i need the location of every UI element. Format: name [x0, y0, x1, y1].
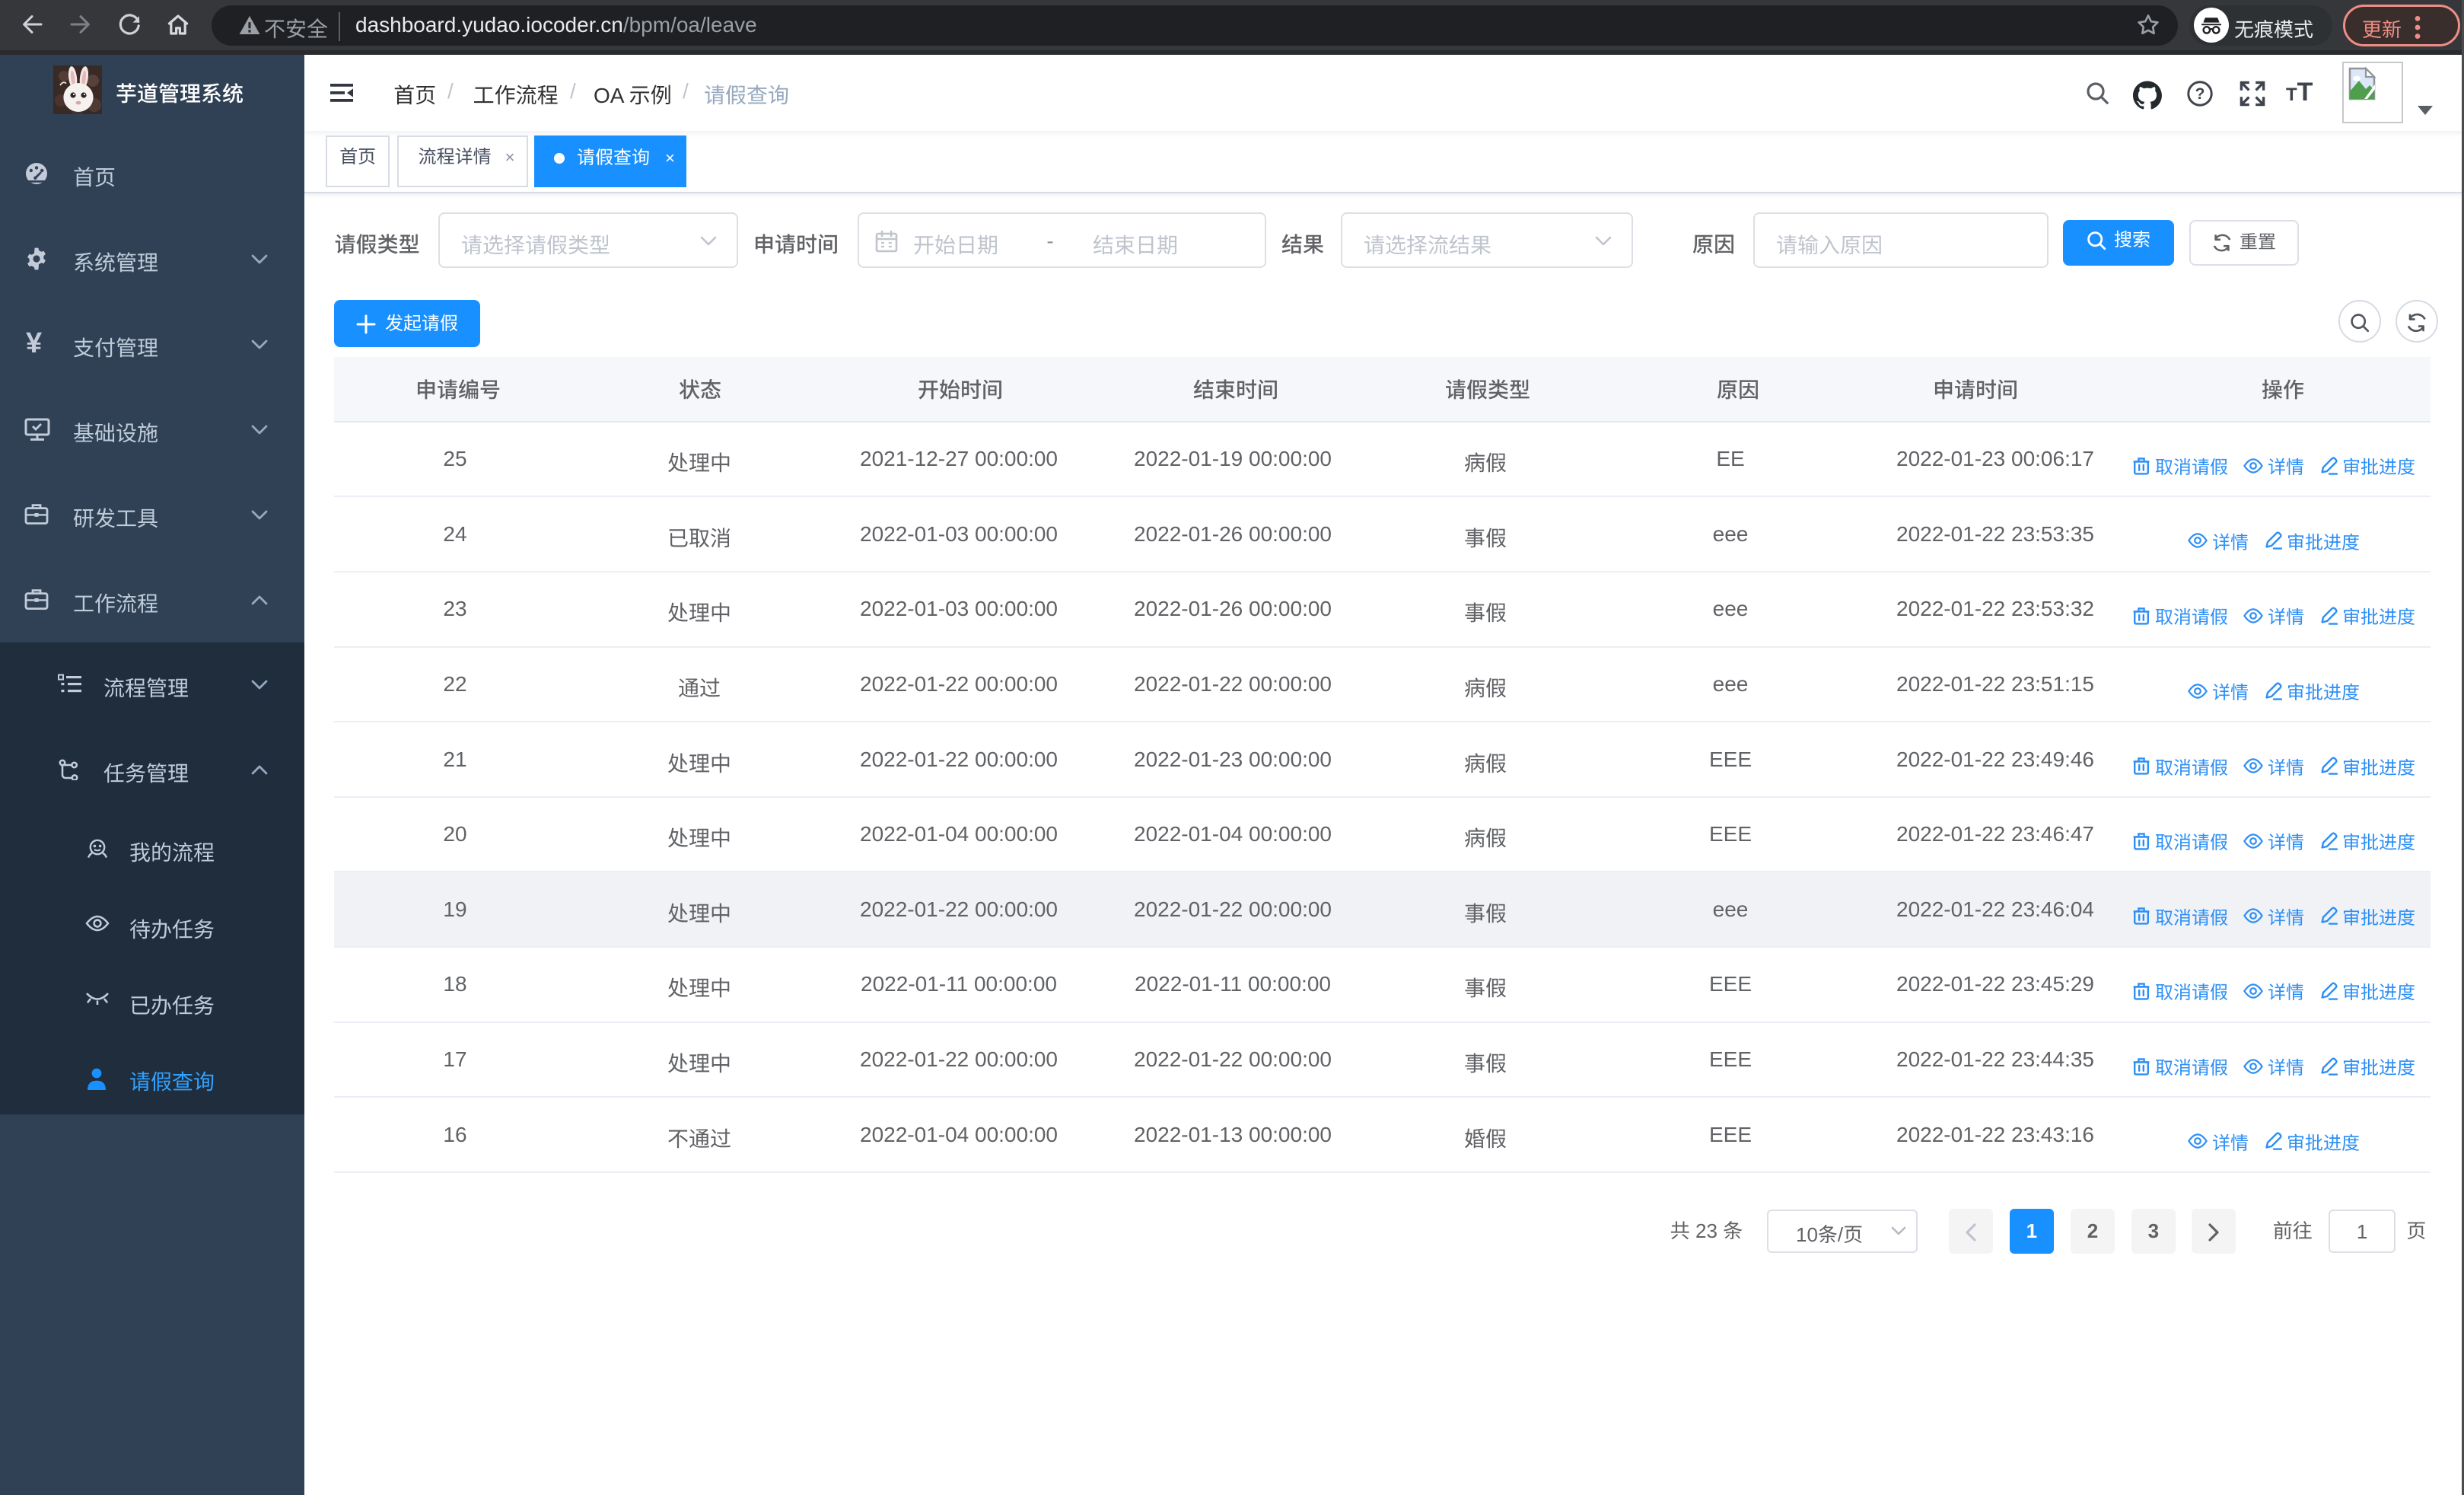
svg-text:?: ? [2195, 85, 2205, 103]
